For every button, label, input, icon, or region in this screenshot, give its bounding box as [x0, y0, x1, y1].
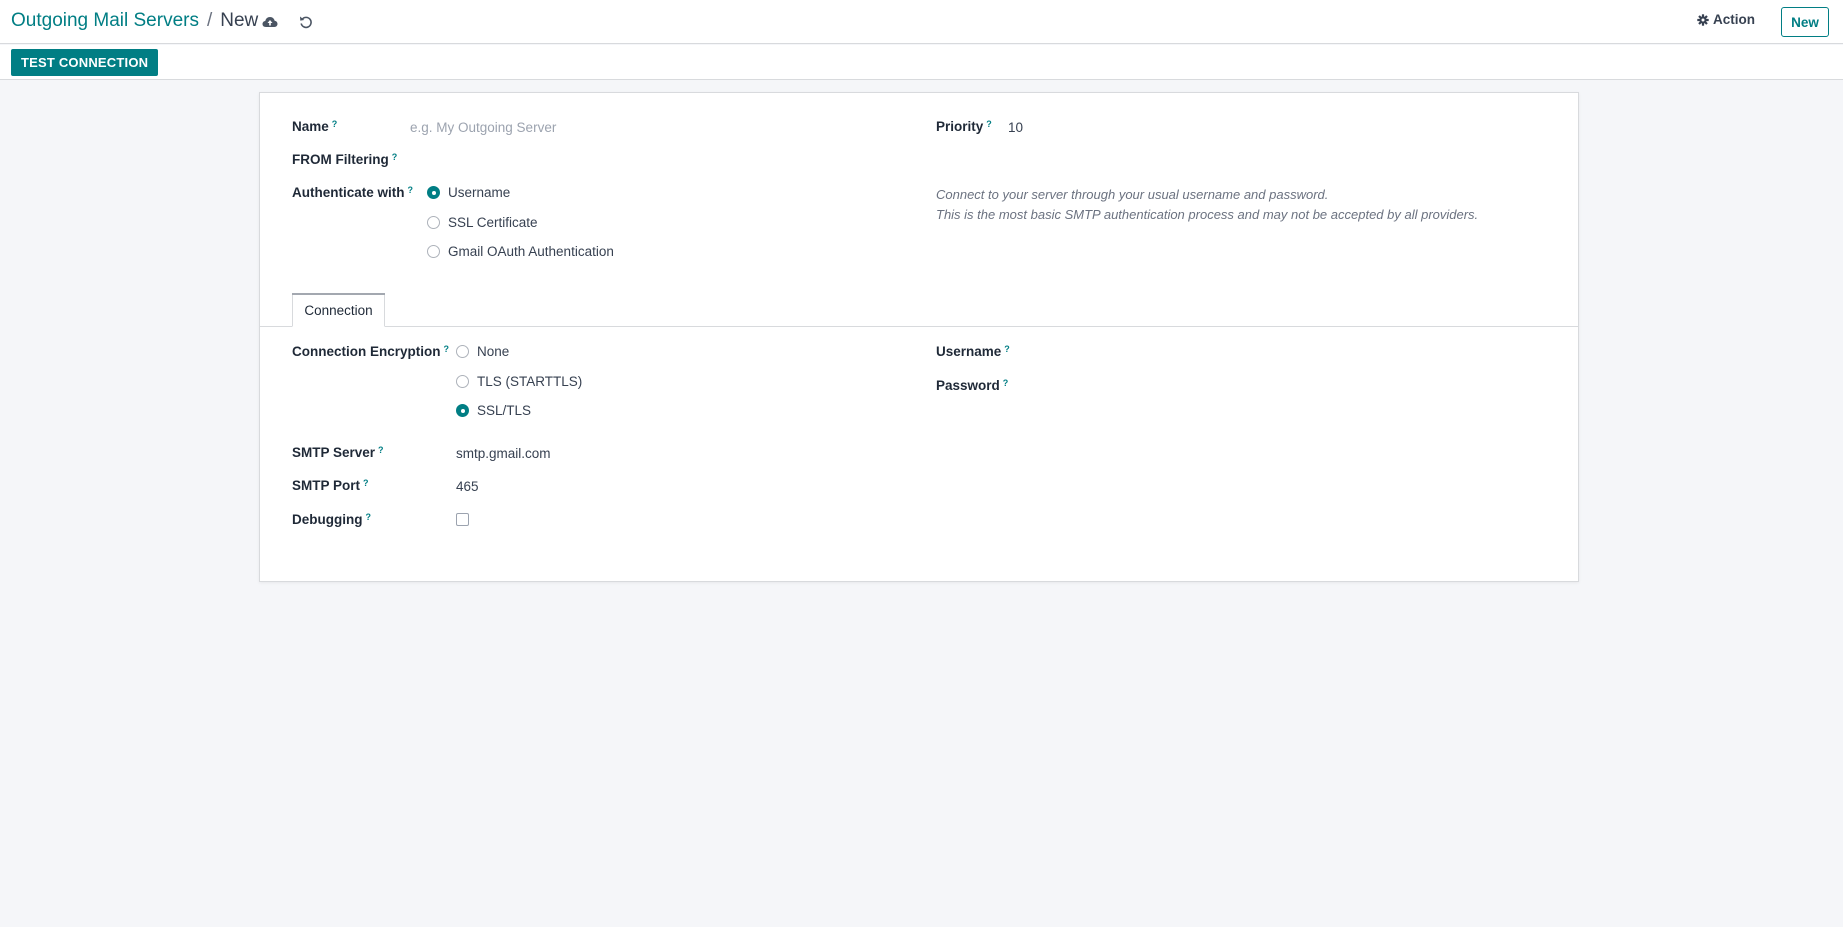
username-input[interactable] — [1050, 341, 1550, 363]
password-input[interactable] — [1050, 375, 1550, 397]
breadcrumb-separator: / — [206, 10, 213, 31]
help-line-2: This is the most basic SMTP authenticati… — [936, 207, 1479, 222]
priority-label: Priority? — [936, 119, 992, 134]
password-label-text: Password — [936, 378, 1000, 393]
radio-unselected-icon — [456, 375, 469, 388]
radio-unselected-icon — [427, 216, 440, 229]
debugging-checkbox[interactable] — [456, 513, 469, 526]
debugging-tooltip-icon[interactable]: ? — [366, 512, 372, 522]
radio-unselected-icon — [427, 245, 440, 258]
password-label: Password? — [936, 378, 1008, 393]
radio-unselected-icon — [456, 345, 469, 358]
name-label: Name? — [292, 119, 337, 134]
auth-option-username[interactable]: Username — [427, 185, 510, 200]
priority-label-text: Priority — [936, 119, 984, 134]
smtp-port-tooltip-icon[interactable]: ? — [363, 478, 369, 488]
radio-selected-icon — [427, 186, 440, 199]
encryption-option-ssl-tls[interactable]: SSL/TLS — [456, 403, 531, 418]
cloud-upload-icon — [262, 17, 278, 27]
auth-option-gmail-oauth-label: Gmail OAuth Authentication — [448, 244, 614, 259]
smtp-port-input[interactable]: 465 — [456, 479, 479, 494]
auth-option-username-label: Username — [448, 185, 511, 200]
new-record-button[interactable]: New — [1781, 7, 1829, 37]
username-label-text: Username — [936, 344, 1002, 359]
breadcrumb-current: New — [220, 10, 259, 31]
smtp-server-input[interactable]: smtp.gmail.com — [456, 446, 551, 461]
discard-button[interactable] — [296, 12, 316, 32]
connection-encryption-label-text: Connection Encryption — [292, 344, 441, 359]
authentication-help-text: Connect to your server through your usua… — [936, 185, 1478, 225]
save-button[interactable] — [260, 12, 280, 32]
encryption-option-none-label: None — [477, 344, 510, 359]
action-label: Action — [1713, 12, 1755, 27]
debugging-label-text: Debugging — [292, 512, 363, 527]
breadcrumb: Outgoing Mail Servers / New — [11, 10, 258, 32]
encryption-option-ssl-tls-label: SSL/TLS — [477, 403, 532, 418]
auth-option-ssl-certificate-label: SSL Certificate — [448, 215, 538, 230]
authenticate-with-label: Authenticate with? — [292, 185, 413, 200]
smtp-server-label-text: SMTP Server — [292, 445, 376, 460]
radio-selected-icon — [456, 404, 469, 417]
password-tooltip-icon[interactable]: ? — [1003, 378, 1009, 388]
auth-option-ssl-certificate[interactable]: SSL Certificate — [427, 215, 538, 230]
username-label: Username? — [936, 344, 1010, 359]
form-statusbar: TEST CONNECTION — [0, 45, 1843, 80]
from-filtering-label-text: FROM Filtering — [292, 152, 389, 167]
name-label-text: Name — [292, 119, 329, 134]
authenticate-with-label-text: Authenticate with — [292, 185, 405, 200]
undo-icon — [300, 16, 312, 29]
priority-tooltip-icon[interactable]: ? — [986, 119, 992, 129]
smtp-server-tooltip-icon[interactable]: ? — [378, 445, 384, 455]
auth-option-gmail-oauth[interactable]: Gmail OAuth Authentication — [427, 244, 614, 259]
encryption-tooltip-icon[interactable]: ? — [444, 344, 450, 354]
name-tooltip-icon[interactable]: ? — [332, 119, 338, 129]
tab-divider — [260, 326, 1578, 327]
breadcrumb-parent-link[interactable]: Outgoing Mail Servers — [11, 10, 199, 32]
username-tooltip-icon[interactable]: ? — [1004, 344, 1010, 354]
action-menu-button[interactable]: Action — [1697, 12, 1755, 27]
encryption-option-starttls[interactable]: TLS (STARTTLS) — [456, 374, 582, 389]
gear-icon — [1697, 13, 1709, 26]
smtp-port-label: SMTP Port? — [292, 478, 369, 493]
connection-encryption-label: Connection Encryption? — [292, 344, 449, 359]
debugging-label: Debugging? — [292, 512, 371, 527]
control-panel: Outgoing Mail Servers / New Action New — [0, 0, 1843, 44]
form-sheet: Name? e.g. My Outgoing Server FROM Filte… — [259, 92, 1579, 582]
smtp-port-label-text: SMTP Port — [292, 478, 361, 493]
from-filtering-input[interactable] — [410, 149, 890, 171]
from-filtering-label: FROM Filtering? — [292, 152, 397, 167]
name-input[interactable]: e.g. My Outgoing Server — [410, 120, 556, 135]
smtp-server-label: SMTP Server? — [292, 445, 384, 460]
from-filtering-tooltip-icon[interactable]: ? — [392, 152, 398, 162]
encryption-option-none[interactable]: None — [456, 344, 509, 359]
encryption-option-starttls-label: TLS (STARTTLS) — [477, 374, 583, 389]
authenticate-tooltip-icon[interactable]: ? — [408, 185, 414, 195]
priority-input[interactable]: 10 — [1008, 120, 1023, 135]
test-connection-button[interactable]: TEST CONNECTION — [11, 49, 159, 76]
tab-connection[interactable]: Connection — [292, 293, 385, 327]
help-line-1: Connect to your server through your usua… — [936, 187, 1329, 202]
